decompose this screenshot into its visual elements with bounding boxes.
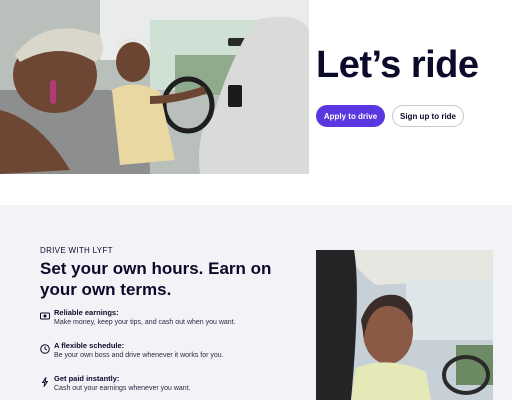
sign-up-to-ride-button[interactable]: Sign up to ride [392,105,464,127]
apply-to-drive-button[interactable]: Apply to drive [316,105,385,127]
lightning-icon [40,374,50,387]
cash-icon [40,308,50,320]
section-eyebrow: DRIVE WITH LYFT [40,246,113,255]
feature-description: Make money, keep your tips, and cash out… [54,319,236,326]
feature-description: Be your own boss and drive whenever it w… [54,352,224,359]
driver-image [316,250,493,400]
feature-description: Cash out your earnings whenever you want… [54,385,191,392]
hero-section: Let’s ride Apply to drive Sign up to rid… [0,0,512,205]
feature-title: A flexible schedule: [54,341,125,350]
feature-title: Get paid instantly: [54,374,120,383]
drive-with-lyft-section: DRIVE WITH LYFT Set your own hours. Earn… [0,205,512,400]
section-heading: Set your own hours. Earn on your own ter… [40,259,272,299]
clock-icon [40,341,50,354]
hero-image [0,0,309,174]
feature-title: Reliable earnings: [54,308,119,317]
hero-title: Let’s ride [316,44,479,86]
